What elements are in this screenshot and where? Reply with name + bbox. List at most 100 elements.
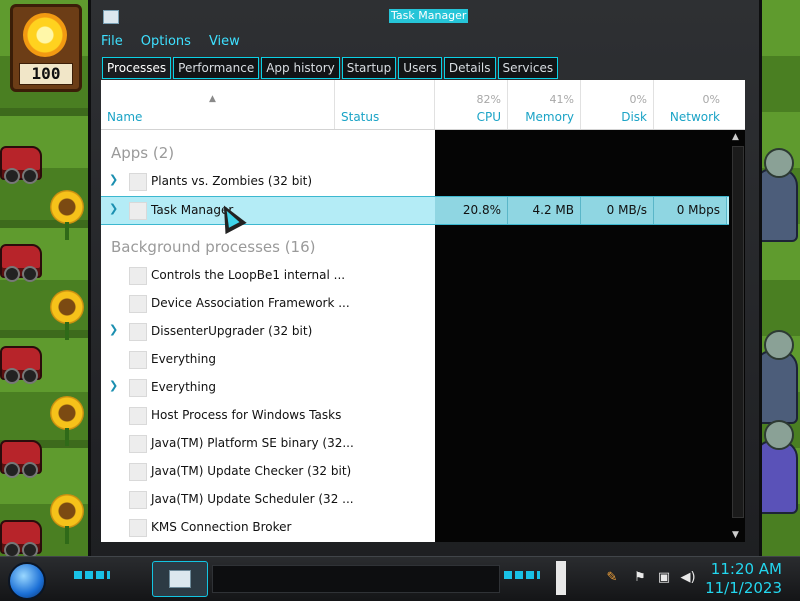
scrollbar-thumb[interactable] (732, 146, 744, 518)
column-disk-label: Disk (621, 110, 647, 124)
sunflower-plant (50, 396, 84, 446)
network-value: 0 Mbps (676, 203, 720, 217)
lawn-mower (0, 520, 42, 558)
process-name: Java(TM) Update Checker (32 bit) (151, 464, 352, 478)
column-memory-label: Memory (525, 110, 574, 124)
process-row[interactable]: Java(TM) Update Scheduler (32 ... (101, 486, 729, 513)
app-icon (129, 435, 147, 453)
tab-users[interactable]: Users (398, 57, 442, 79)
app-icon (129, 379, 147, 397)
lawn-mower (0, 346, 42, 384)
network-icon[interactable]: ▣ (656, 570, 672, 586)
process-name: KMS Connection Broker (151, 520, 292, 534)
process-row[interactable]: Host Process for Windows Tasks (101, 402, 729, 429)
task-manager-icon (169, 570, 191, 588)
cpu-percent: 82% (476, 93, 501, 106)
sun-count: 100 (19, 63, 73, 85)
vertical-scrollbar[interactable]: ▲ ▼ (729, 130, 745, 542)
flag-icon[interactable]: ⚑ (632, 570, 648, 586)
process-row[interactable]: ❯ DissenterUpgrader (32 bit) (101, 318, 729, 345)
process-row[interactable]: KMS Connection Broker (101, 514, 729, 541)
window-title: Task Manager (389, 9, 469, 23)
app-icon (129, 463, 147, 481)
tab-performance[interactable]: Performance (173, 57, 260, 79)
disk-percent: 0% (629, 93, 647, 106)
group-apps[interactable]: Apps (2) (111, 144, 174, 162)
tab-processes[interactable]: Processes (102, 57, 172, 79)
group-background-processes[interactable]: Background processes (16) (111, 238, 316, 256)
process-row[interactable]: Java(TM) Update Checker (32 bit) (101, 458, 729, 485)
clock-time: 11:20 AM (710, 560, 782, 578)
tab-app-history[interactable]: App history (261, 57, 340, 79)
lawn-lane-divider (0, 220, 95, 228)
task-manager-icon (103, 10, 119, 24)
app-icon (129, 202, 147, 220)
tab-details[interactable]: Details (443, 57, 496, 79)
taskbar-task-manager-button[interactable] (152, 561, 208, 597)
tab-startup[interactable]: Startup (341, 57, 397, 79)
tab-services[interactable]: Services (497, 57, 559, 79)
clock-date: 11/1/2023 (705, 579, 782, 597)
process-name: DissenterUpgrader (32 bit) (151, 324, 313, 338)
tab-strip: Processes Performance App history Startu… (102, 57, 559, 79)
menu-options[interactable]: Options (139, 32, 193, 52)
process-row[interactable]: Everything (101, 346, 729, 373)
column-status[interactable]: Status (335, 80, 435, 129)
expand-chevron-icon[interactable]: ❯ (109, 324, 119, 336)
app-icon (129, 491, 147, 509)
scroll-up-icon[interactable]: ▲ (732, 132, 739, 142)
volume-icon[interactable]: ◀) (680, 570, 696, 586)
system-clock[interactable]: 11:20 AM 11/1/2023 (705, 560, 782, 598)
lawn-mower (0, 244, 42, 282)
expand-chevron-icon[interactable]: ❯ (109, 174, 119, 186)
process-row[interactable]: Java(TM) Platform SE binary (32... (101, 430, 729, 457)
column-disk[interactable]: 0% Disk (581, 80, 654, 129)
column-cpu-label: CPU (476, 110, 501, 124)
scroll-down-icon[interactable]: ▼ (732, 530, 739, 540)
app-icon (129, 407, 147, 425)
column-name[interactable]: Name (101, 80, 335, 129)
column-network-label: Network (669, 110, 720, 124)
process-row[interactable]: Controls the LoopBe1 internal ... (101, 262, 729, 289)
process-list: Apps (2) ❯ Plants vs. Zombies (32 bit) ❯… (101, 130, 729, 542)
column-memory[interactable]: 41% Memory (508, 80, 581, 129)
taskbar-decoration (74, 571, 110, 579)
menu-view[interactable]: View (207, 32, 242, 52)
lawn-mower (0, 146, 42, 184)
app-icon (129, 519, 147, 537)
taskbar: ✎ ⚑ ▣ ◀) 11:20 AM 11/1/2023 (0, 556, 800, 601)
process-row[interactable]: ❯ Plants vs. Zombies (32 bit) (101, 168, 729, 195)
disk-value: 0 MB/s (606, 203, 647, 217)
menu-file[interactable]: File (99, 32, 125, 52)
process-name: Controls the LoopBe1 internal ... (151, 268, 346, 282)
process-name: Host Process for Windows Tasks (151, 408, 342, 422)
process-name: Everything (151, 352, 216, 366)
taskbar-decoration (504, 571, 540, 579)
app-icon (129, 295, 147, 313)
expand-chevron-icon[interactable]: ❯ (109, 380, 119, 392)
column-network[interactable]: 0% Network (654, 80, 726, 129)
memory-percent: 41% (549, 93, 574, 106)
processes-panel: ▲ Name Status 82% CPU 41% Memory 0% Disk… (101, 80, 745, 542)
process-row-selected[interactable]: ❯ Task Manager 20.8% 4.2 MB 0 MB/s 0 Mbp… (101, 196, 729, 225)
app-tray-icon[interactable]: ✎ (604, 570, 620, 586)
process-row[interactable]: Device Association Framework ... (101, 290, 729, 317)
process-name: Java(TM) Update Scheduler (32 ... (151, 492, 354, 506)
sunflower-plant (50, 190, 84, 240)
expand-chevron-icon[interactable]: ❯ (109, 203, 119, 215)
network-percent: 0% (702, 93, 720, 106)
sun-icon (23, 13, 67, 57)
show-desktop-strip[interactable] (556, 561, 566, 595)
process-name: Plants vs. Zombies (32 bit) (151, 174, 313, 188)
process-row[interactable]: ❯ Everything (101, 374, 729, 401)
lawn-lane-divider (0, 330, 95, 338)
column-name-label: Name (107, 110, 143, 124)
column-cpu[interactable]: 82% CPU (435, 80, 508, 129)
process-name: Java(TM) Platform SE binary (32... (151, 436, 354, 450)
start-button[interactable] (8, 562, 46, 600)
sun-counter: 100 (10, 4, 82, 92)
process-name: Everything (151, 380, 216, 394)
title-bar[interactable]: Task Manager (91, 0, 759, 30)
app-icon (129, 267, 147, 285)
column-status-label: Status (341, 110, 380, 124)
